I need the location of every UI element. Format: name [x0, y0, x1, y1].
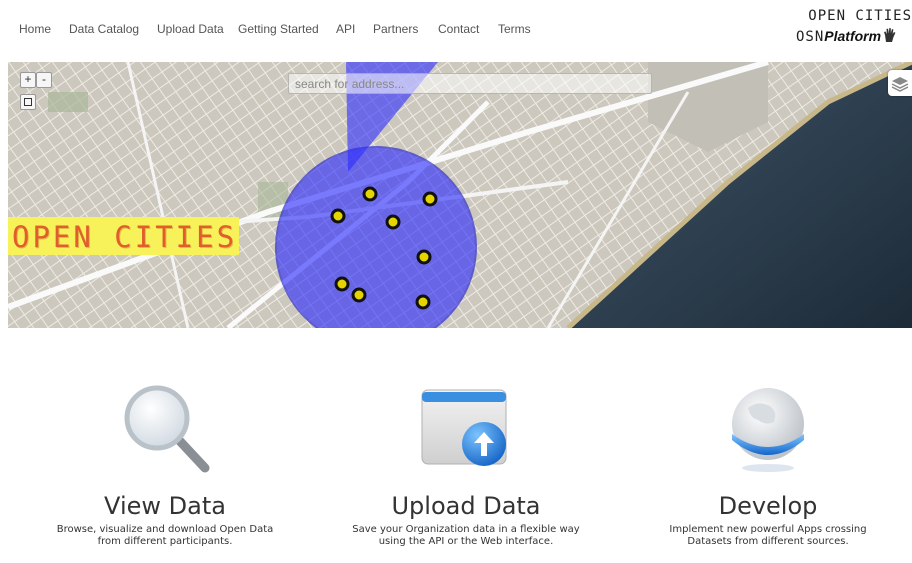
nav-contact[interactable]: Contact	[438, 22, 479, 36]
feature-description: Save your Organization data in a flexibl…	[352, 524, 580, 547]
nav-api[interactable]: API	[336, 22, 355, 36]
nav-data-catalog[interactable]: Data Catalog	[69, 22, 139, 36]
nav-partners[interactable]: Partners	[373, 22, 418, 36]
magnifier-icon	[115, 378, 215, 478]
logo-osn: OSN	[796, 29, 825, 45]
map-view[interactable]: + - OPEN CITIES	[8, 62, 912, 328]
site-logo[interactable]: OPEN CITIES OSNPlatform	[790, 8, 912, 48]
banner-text: OPEN CITIES	[12, 220, 238, 254]
logo-platform: Platform	[824, 28, 882, 44]
upload-icon	[416, 378, 516, 478]
nav-upload-data[interactable]: Upload Data	[157, 22, 224, 36]
layers-button[interactable]	[888, 70, 912, 96]
feature-view-data[interactable]: View Data Browse, visualize and download…	[15, 378, 315, 548]
feature-upload-data[interactable]: Upload Data Save your Organization data …	[316, 378, 616, 548]
logo-open-cities: OPEN CITIES	[808, 8, 912, 24]
feature-title: Develop	[718, 492, 818, 520]
feature-title: Upload Data	[391, 492, 541, 520]
feature-description: Implement new powerful Apps crossing Dat…	[669, 524, 867, 547]
feature-title: View Data	[104, 492, 226, 520]
fullscreen-button[interactable]	[20, 94, 36, 110]
address-search-input[interactable]	[288, 73, 652, 94]
fullscreen-icon	[24, 98, 32, 106]
open-cities-banner: OPEN CITIES	[8, 217, 239, 255]
map-tiles[interactable]	[8, 62, 912, 328]
nav-terms[interactable]: Terms	[498, 22, 531, 36]
top-navigation: Home Data Catalog Upload Data Getting St…	[0, 0, 912, 60]
feature-develop[interactable]: Develop Implement new powerful Apps cros…	[618, 378, 912, 548]
nav-home[interactable]: Home	[19, 22, 51, 36]
layers-icon	[891, 77, 909, 92]
hand-icon	[883, 27, 897, 46]
zoom-in-button[interactable]: +	[20, 72, 36, 88]
feature-description: Browse, visualize and download Open Data…	[56, 524, 274, 547]
globe-icon	[718, 378, 818, 478]
zoom-out-button[interactable]: -	[36, 72, 52, 88]
nav-getting-started[interactable]: Getting Started	[238, 22, 319, 36]
